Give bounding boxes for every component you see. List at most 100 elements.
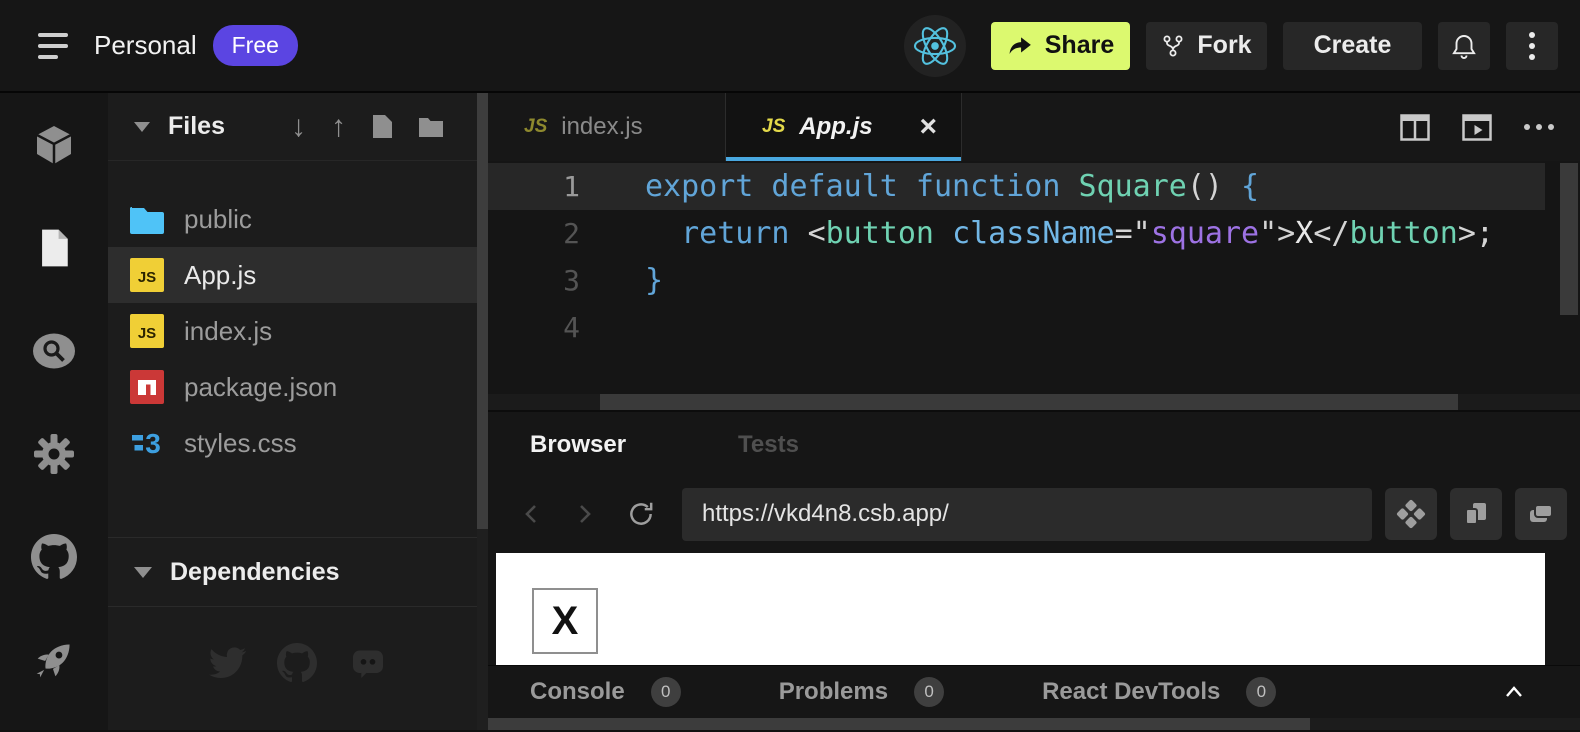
css-file-icon: 3 <box>130 426 164 460</box>
file-explorer-icon[interactable] <box>30 224 78 272</box>
file-row-app-js[interactable]: JS App.js <box>108 247 488 303</box>
forward-icon[interactable] <box>570 500 598 528</box>
editor-actions <box>1400 93 1580 161</box>
console-tab-label: React DevTools <box>1042 678 1220 706</box>
twitter-icon[interactable] <box>207 643 247 683</box>
discord-icon[interactable] <box>347 643 389 683</box>
back-icon[interactable] <box>518 500 546 528</box>
top-header: Personal Free Share Fork Create <box>0 0 1580 93</box>
browser-tab-browser[interactable]: Browser <box>530 431 626 459</box>
sandbox-cube-icon[interactable] <box>30 121 78 169</box>
js-file-icon: JS <box>762 116 785 138</box>
files-scrollbar <box>477 93 488 730</box>
close-tab-icon[interactable]: × <box>919 112 937 142</box>
files-panel-title[interactable]: Files <box>168 112 225 141</box>
github-icon[interactable] <box>30 533 78 581</box>
count-badge: 0 <box>651 677 681 707</box>
tab-label: index.js <box>561 113 642 141</box>
browser-nav-bar <box>488 478 1580 550</box>
file-row-package-json[interactable]: package.json <box>108 359 488 415</box>
file-name: index.js <box>184 316 272 347</box>
share-button[interactable]: Share <box>991 22 1130 70</box>
expand-console-chevron-icon[interactable] <box>1504 685 1524 699</box>
open-editor-layout-icon[interactable] <box>1450 488 1502 540</box>
codesandbox-app: Personal Free Share Fork Create <box>0 0 1580 732</box>
fork-button[interactable]: Fork <box>1146 22 1267 70</box>
github-icon[interactable] <box>277 643 317 683</box>
url-input[interactable] <box>682 488 1372 541</box>
line-number: 4 <box>488 311 598 344</box>
browser-bottom-scrollbar-thumb[interactable] <box>488 718 1310 730</box>
browser-tab-tests[interactable]: Tests <box>738 431 799 459</box>
code-line: 4 <box>488 304 1580 351</box>
editor-tab-index-js[interactable]: JS index.js <box>488 93 725 161</box>
line-number: 3 <box>488 264 598 297</box>
js-file-icon: JS <box>130 258 164 292</box>
preview-window-icon[interactable] <box>1462 114 1492 141</box>
workspace-label[interactable]: Personal <box>94 30 197 61</box>
download-files-icon[interactable]: ↓ <box>291 112 306 142</box>
collapse-caret-icon <box>134 567 152 578</box>
code-editor[interactable]: 1export default function Square() { 2 ret… <box>488 161 1580 410</box>
file-row-index-js[interactable]: JS index.js <box>108 303 488 359</box>
dependencies-title: Dependencies <box>170 558 340 587</box>
more-options-kebab-icon[interactable] <box>1506 22 1558 70</box>
file-name: styles.css <box>184 428 297 459</box>
npm-file-icon <box>130 370 164 404</box>
search-icon[interactable] <box>30 327 78 375</box>
refresh-icon[interactable] <box>626 499 656 529</box>
editor-hscroll-thumb[interactable] <box>600 394 1458 410</box>
files-scrollbar-thumb[interactable] <box>477 93 488 529</box>
line-number: 2 <box>488 217 598 250</box>
code-text: return <button className="square">X</but… <box>598 216 1494 251</box>
svg-text:JS: JS <box>138 325 156 342</box>
share-arrow-icon <box>1007 33 1033 59</box>
split-view-icon[interactable] <box>1400 114 1430 141</box>
js-file-icon: JS <box>524 116 547 138</box>
editor-tab-app-js[interactable]: JS App.js × <box>725 93 962 161</box>
console-bar: Console 0 Problems 0 React DevTools0 <box>488 665 1580 718</box>
open-in-new-window-icon[interactable] <box>1515 488 1567 540</box>
editor-more-icon[interactable] <box>1524 124 1554 130</box>
square-button[interactable]: X <box>532 588 598 654</box>
fork-icon <box>1161 34 1185 58</box>
create-button[interactable]: Create <box>1283 22 1422 70</box>
upload-files-icon[interactable]: ↑ <box>331 112 346 142</box>
code-line: 1export default function Square() { <box>488 163 1545 210</box>
console-tab-problems[interactable]: Problems 0 <box>779 677 944 707</box>
react-logo-icon <box>904 15 966 77</box>
notifications-button[interactable] <box>1438 22 1490 70</box>
file-row-styles-css[interactable]: 3 styles.css <box>108 415 488 471</box>
browser-bottom-scrollbar <box>488 718 1580 730</box>
tab-label: App.js <box>799 113 872 141</box>
console-tab-label: Problems <box>779 678 888 706</box>
preview-panes-icon[interactable] <box>1385 488 1437 540</box>
js-file-icon: JS <box>130 314 164 348</box>
new-folder-icon[interactable] <box>418 116 444 138</box>
new-file-icon[interactable] <box>371 114 393 139</box>
file-name: App.js <box>184 260 256 291</box>
settings-gear-icon[interactable] <box>30 430 78 478</box>
browser-preview: X <box>488 550 1580 665</box>
console-tab-react-devtools[interactable]: React DevTools0 <box>1042 677 1276 707</box>
menu-icon[interactable] <box>38 33 68 59</box>
svg-text:3: 3 <box>145 428 161 459</box>
editor-tab-bar: JS index.js JS App.js × <box>488 93 1580 161</box>
deploy-rocket-icon[interactable] <box>30 636 78 684</box>
line-number: 1 <box>488 170 598 203</box>
file-row-public[interactable]: public <box>108 191 488 247</box>
browser-tabs: Browser Tests <box>488 412 1580 478</box>
files-panel-header: Files ↓ ↑ <box>108 93 488 161</box>
dependencies-header[interactable]: Dependencies <box>108 537 488 607</box>
file-name: public <box>184 204 252 235</box>
collapse-caret-icon[interactable] <box>134 122 150 132</box>
count-badge: 0 <box>914 677 944 707</box>
browser-panel: BrowserTests X Console0Problems0Reac <box>488 410 1580 730</box>
editor-vscroll-thumb[interactable] <box>1560 163 1578 315</box>
console-tab-console[interactable]: Console 0 <box>530 677 681 707</box>
editor-column: JS index.js JS App.js × 1export default func… <box>488 93 1580 730</box>
console-tab-label: Console <box>530 678 625 706</box>
file-name: package.json <box>184 372 337 403</box>
code-line: 3} <box>488 257 1580 304</box>
editor-horizontal-scrollbar <box>488 394 1580 410</box>
